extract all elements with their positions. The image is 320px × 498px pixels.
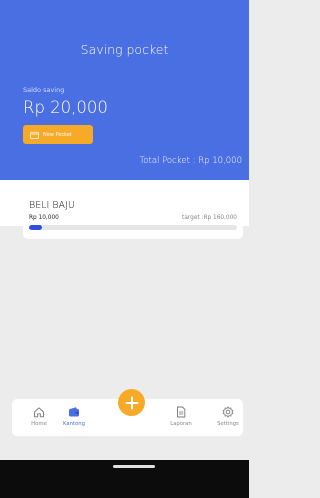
pocket-name: BELI BAJU (29, 200, 75, 211)
home-icon (34, 407, 44, 418)
nav-item-laporan[interactable]: Laporan (166, 406, 196, 427)
wallet-icon (69, 407, 79, 417)
new-pocket-button[interactable]: New Pocket (23, 125, 93, 144)
header: Saving pocket Saldo saving Rp 20,000 New… (0, 22, 249, 180)
nav-label-kantong: Kantong (62, 421, 86, 427)
home-indicator[interactable] (113, 465, 155, 468)
gear-icon (222, 406, 234, 418)
nav-item-settings[interactable]: Settings (213, 406, 243, 427)
page-title: Saving pocket (80, 42, 169, 57)
pocket-progress-bar (29, 225, 237, 230)
document-icon (177, 406, 186, 418)
new-pocket-label: New Pocket (43, 131, 72, 138)
pocket-amount: Rp 10,000 (29, 215, 59, 221)
nav-item-kantong[interactable]: Kantong (59, 406, 89, 427)
total-pocket: Total Pocket : Rp 10,000 (139, 156, 242, 166)
saldo-label: Saldo saving (23, 86, 65, 94)
nav-item-home[interactable]: Home (24, 406, 54, 427)
pocket-progress-fill (29, 225, 42, 230)
nav-label-settings: Settings (217, 421, 239, 427)
add-pocket-fab[interactable] (118, 389, 145, 416)
plus-icon (125, 396, 138, 409)
pocket-card[interactable]: BELI BAJU Rp 10,000 target :Rp 160,000 (23, 193, 243, 239)
nav-label-laporan: Laporan (170, 421, 192, 427)
calendar-icon (30, 131, 39, 139)
saldo-value: Rp 20,000 (23, 98, 108, 117)
pocket-target: target :Rp 160,000 (182, 215, 237, 221)
status-bar (0, 0, 249, 22)
nav-label-home: Home (31, 421, 47, 427)
